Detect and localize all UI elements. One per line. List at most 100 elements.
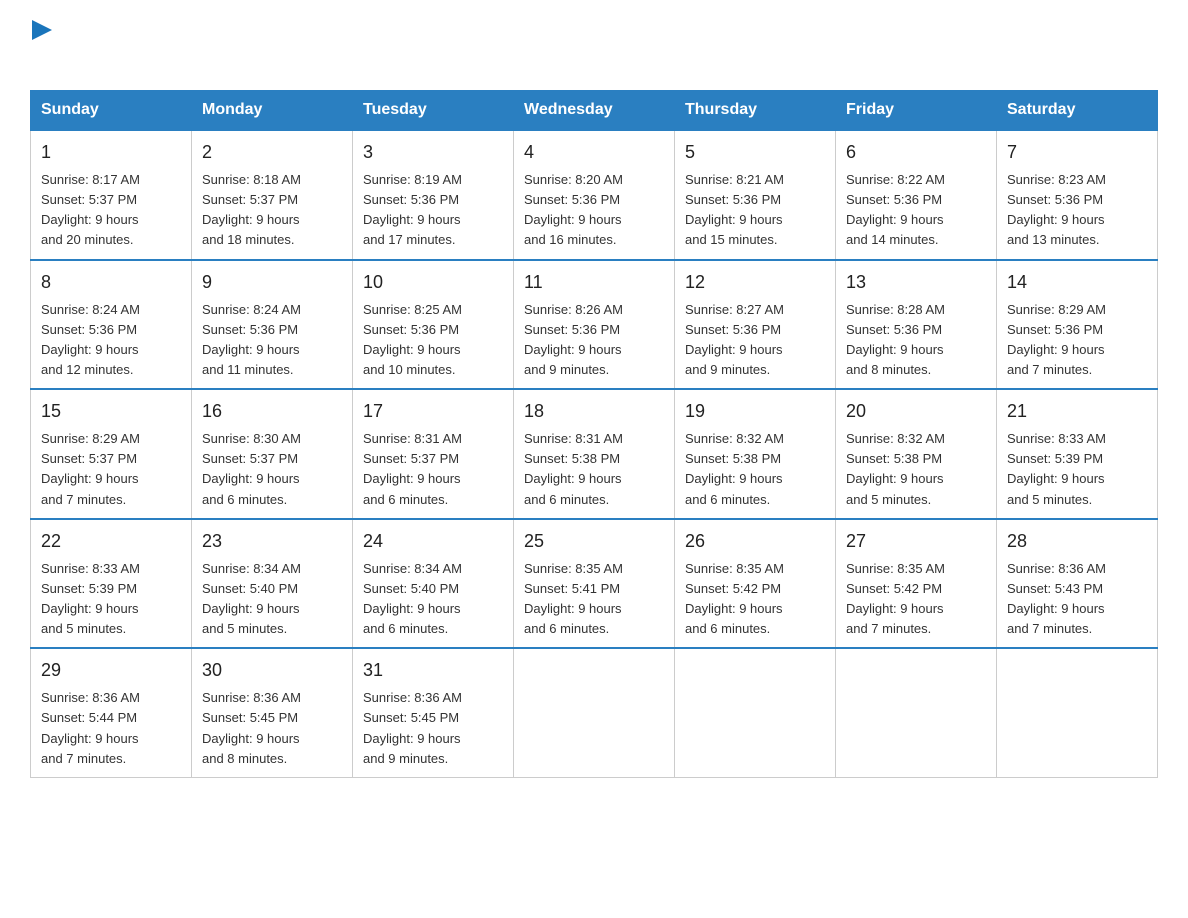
day-info: Sunrise: 8:24 AMSunset: 5:36 PMDaylight:… — [202, 302, 301, 377]
calendar-cell: 29Sunrise: 8:36 AMSunset: 5:44 PMDayligh… — [31, 648, 192, 777]
calendar-table: SundayMondayTuesdayWednesdayThursdayFrid… — [30, 90, 1158, 778]
calendar-cell: 20 Sunrise: 8:32 AMSunset: 5:38 PMDayligh… — [836, 389, 997, 519]
day-number: 23 — [202, 528, 342, 555]
day-info: Sunrise: 8:32 AMSunset: 5:38 PMDaylight:… — [846, 431, 945, 506]
day-info: Sunrise: 8:26 AMSunset: 5:36 PMDaylight:… — [524, 302, 623, 377]
day-info: Sunrise: 8:34 AMSunset: 5:40 PMDaylight:… — [363, 561, 462, 636]
day-number: 16 — [202, 398, 342, 425]
calendar-cell: 24 Sunrise: 8:34 AMSunset: 5:40 PMDayligh… — [353, 519, 514, 649]
day-number: 27 — [846, 528, 986, 555]
calendar-week-row: 15 Sunrise: 8:29 AMSunset: 5:37 PMDayligh… — [31, 389, 1158, 519]
day-info: Sunrise: 8:22 AMSunset: 5:36 PMDaylight:… — [846, 172, 945, 247]
calendar-cell — [836, 648, 997, 777]
day-number: 21 — [1007, 398, 1147, 425]
calendar-week-row: 1 Sunrise: 8:17 AMSunset: 5:37 PMDaylight… — [31, 130, 1158, 260]
day-info: Sunrise: 8:20 AMSunset: 5:36 PMDaylight:… — [524, 172, 623, 247]
day-number: 8 — [41, 269, 181, 296]
calendar-cell: 23Sunrise: 8:34 AMSunset: 5:40 PMDayligh… — [192, 519, 353, 649]
calendar-header-row: SundayMondayTuesdayWednesdayThursdayFrid… — [31, 91, 1158, 131]
column-header-thursday: Thursday — [675, 91, 836, 131]
day-number: 31 — [363, 657, 503, 684]
calendar-cell: 8 Sunrise: 8:24 AMSunset: 5:36 PMDaylight… — [31, 260, 192, 390]
day-info: Sunrise: 8:24 AMSunset: 5:36 PMDaylight:… — [41, 302, 140, 377]
day-number: 9 — [202, 269, 342, 296]
day-number: 30 — [202, 657, 342, 684]
day-number: 18 — [524, 398, 664, 425]
day-number: 5 — [685, 139, 825, 166]
day-number: 20 — [846, 398, 986, 425]
calendar-cell: 28 Sunrise: 8:36 AMSunset: 5:43 PMDayligh… — [997, 519, 1158, 649]
calendar-cell: 7Sunrise: 8:23 AMSunset: 5:36 PMDaylight… — [997, 130, 1158, 260]
day-info: Sunrise: 8:29 AMSunset: 5:37 PMDaylight:… — [41, 431, 140, 506]
column-header-wednesday: Wednesday — [514, 91, 675, 131]
day-number: 13 — [846, 269, 986, 296]
calendar-cell: 10 Sunrise: 8:25 AMSunset: 5:36 PMDayligh… — [353, 260, 514, 390]
day-info: Sunrise: 8:29 AMSunset: 5:36 PMDaylight:… — [1007, 302, 1106, 377]
calendar-cell: 1 Sunrise: 8:17 AMSunset: 5:37 PMDaylight… — [31, 130, 192, 260]
day-number: 17 — [363, 398, 503, 425]
day-info: Sunrise: 8:19 AMSunset: 5:36 PMDaylight:… — [363, 172, 462, 247]
day-number: 4 — [524, 139, 664, 166]
day-info: Sunrise: 8:35 AMSunset: 5:42 PMDaylight:… — [685, 561, 784, 636]
calendar-cell: 4 Sunrise: 8:20 AMSunset: 5:36 PMDaylight… — [514, 130, 675, 260]
day-info: Sunrise: 8:30 AMSunset: 5:37 PMDaylight:… — [202, 431, 301, 506]
day-info: Sunrise: 8:35 AMSunset: 5:42 PMDaylight:… — [846, 561, 945, 636]
calendar-cell — [675, 648, 836, 777]
day-number: 1 — [41, 139, 181, 166]
day-info: Sunrise: 8:33 AMSunset: 5:39 PMDaylight:… — [41, 561, 140, 636]
day-number: 10 — [363, 269, 503, 296]
calendar-cell: 31 Sunrise: 8:36 AMSunset: 5:45 PMDayligh… — [353, 648, 514, 777]
calendar-cell: 17Sunrise: 8:31 AMSunset: 5:37 PMDayligh… — [353, 389, 514, 519]
calendar-cell: 12 Sunrise: 8:27 AMSunset: 5:36 PMDayligh… — [675, 260, 836, 390]
day-info: Sunrise: 8:21 AMSunset: 5:36 PMDaylight:… — [685, 172, 784, 247]
calendar-cell: 3 Sunrise: 8:19 AMSunset: 5:36 PMDaylight… — [353, 130, 514, 260]
day-info: Sunrise: 8:36 AMSunset: 5:45 PMDaylight:… — [363, 690, 462, 765]
day-number: 28 — [1007, 528, 1147, 555]
calendar-cell: 6 Sunrise: 8:22 AMSunset: 5:36 PMDaylight… — [836, 130, 997, 260]
day-info: Sunrise: 8:17 AMSunset: 5:37 PMDaylight:… — [41, 172, 140, 247]
calendar-cell: 26Sunrise: 8:35 AMSunset: 5:42 PMDayligh… — [675, 519, 836, 649]
day-info: Sunrise: 8:25 AMSunset: 5:36 PMDaylight:… — [363, 302, 462, 377]
day-info: Sunrise: 8:35 AMSunset: 5:41 PMDaylight:… — [524, 561, 623, 636]
day-number: 24 — [363, 528, 503, 555]
calendar-cell: 25 Sunrise: 8:35 AMSunset: 5:41 PMDayligh… — [514, 519, 675, 649]
column-header-friday: Friday — [836, 91, 997, 131]
page-header — [30, 20, 1158, 70]
day-info: Sunrise: 8:32 AMSunset: 5:38 PMDaylight:… — [685, 431, 784, 506]
day-number: 11 — [524, 269, 664, 296]
day-number: 15 — [41, 398, 181, 425]
calendar-cell: 19 Sunrise: 8:32 AMSunset: 5:38 PMDayligh… — [675, 389, 836, 519]
calendar-week-row: 8 Sunrise: 8:24 AMSunset: 5:36 PMDaylight… — [31, 260, 1158, 390]
day-info: Sunrise: 8:33 AMSunset: 5:39 PMDaylight:… — [1007, 431, 1106, 506]
day-info: Sunrise: 8:36 AMSunset: 5:43 PMDaylight:… — [1007, 561, 1106, 636]
column-header-monday: Monday — [192, 91, 353, 131]
calendar-cell: 30Sunrise: 8:36 AMSunset: 5:45 PMDayligh… — [192, 648, 353, 777]
day-number: 6 — [846, 139, 986, 166]
calendar-cell: 9 Sunrise: 8:24 AMSunset: 5:36 PMDaylight… — [192, 260, 353, 390]
calendar-cell: 13 Sunrise: 8:28 AMSunset: 5:36 PMDayligh… — [836, 260, 997, 390]
day-info: Sunrise: 8:27 AMSunset: 5:36 PMDaylight:… — [685, 302, 784, 377]
calendar-cell: 21 Sunrise: 8:33 AMSunset: 5:39 PMDayligh… — [997, 389, 1158, 519]
calendar-cell: 15 Sunrise: 8:29 AMSunset: 5:37 PMDayligh… — [31, 389, 192, 519]
day-number: 3 — [363, 139, 503, 166]
day-info: Sunrise: 8:36 AMSunset: 5:44 PMDaylight:… — [41, 690, 140, 765]
calendar-cell: 16 Sunrise: 8:30 AMSunset: 5:37 PMDayligh… — [192, 389, 353, 519]
day-number: 2 — [202, 139, 342, 166]
logo — [30, 20, 54, 70]
day-info: Sunrise: 8:28 AMSunset: 5:36 PMDaylight:… — [846, 302, 945, 377]
calendar-cell — [997, 648, 1158, 777]
calendar-cell: 18Sunrise: 8:31 AMSunset: 5:38 PMDayligh… — [514, 389, 675, 519]
calendar-cell — [514, 648, 675, 777]
day-number: 19 — [685, 398, 825, 425]
day-number: 25 — [524, 528, 664, 555]
column-header-saturday: Saturday — [997, 91, 1158, 131]
calendar-cell: 11 Sunrise: 8:26 AMSunset: 5:36 PMDayligh… — [514, 260, 675, 390]
day-number: 7 — [1007, 139, 1147, 166]
calendar-cell: 2Sunrise: 8:18 AMSunset: 5:37 PMDaylight… — [192, 130, 353, 260]
day-number: 22 — [41, 528, 181, 555]
column-header-sunday: Sunday — [31, 91, 192, 131]
day-number: 12 — [685, 269, 825, 296]
calendar-week-row: 22 Sunrise: 8:33 AMSunset: 5:39 PMDayligh… — [31, 519, 1158, 649]
calendar-body: 1 Sunrise: 8:17 AMSunset: 5:37 PMDaylight… — [31, 130, 1158, 777]
calendar-cell: 27 Sunrise: 8:35 AMSunset: 5:42 PMDayligh… — [836, 519, 997, 649]
